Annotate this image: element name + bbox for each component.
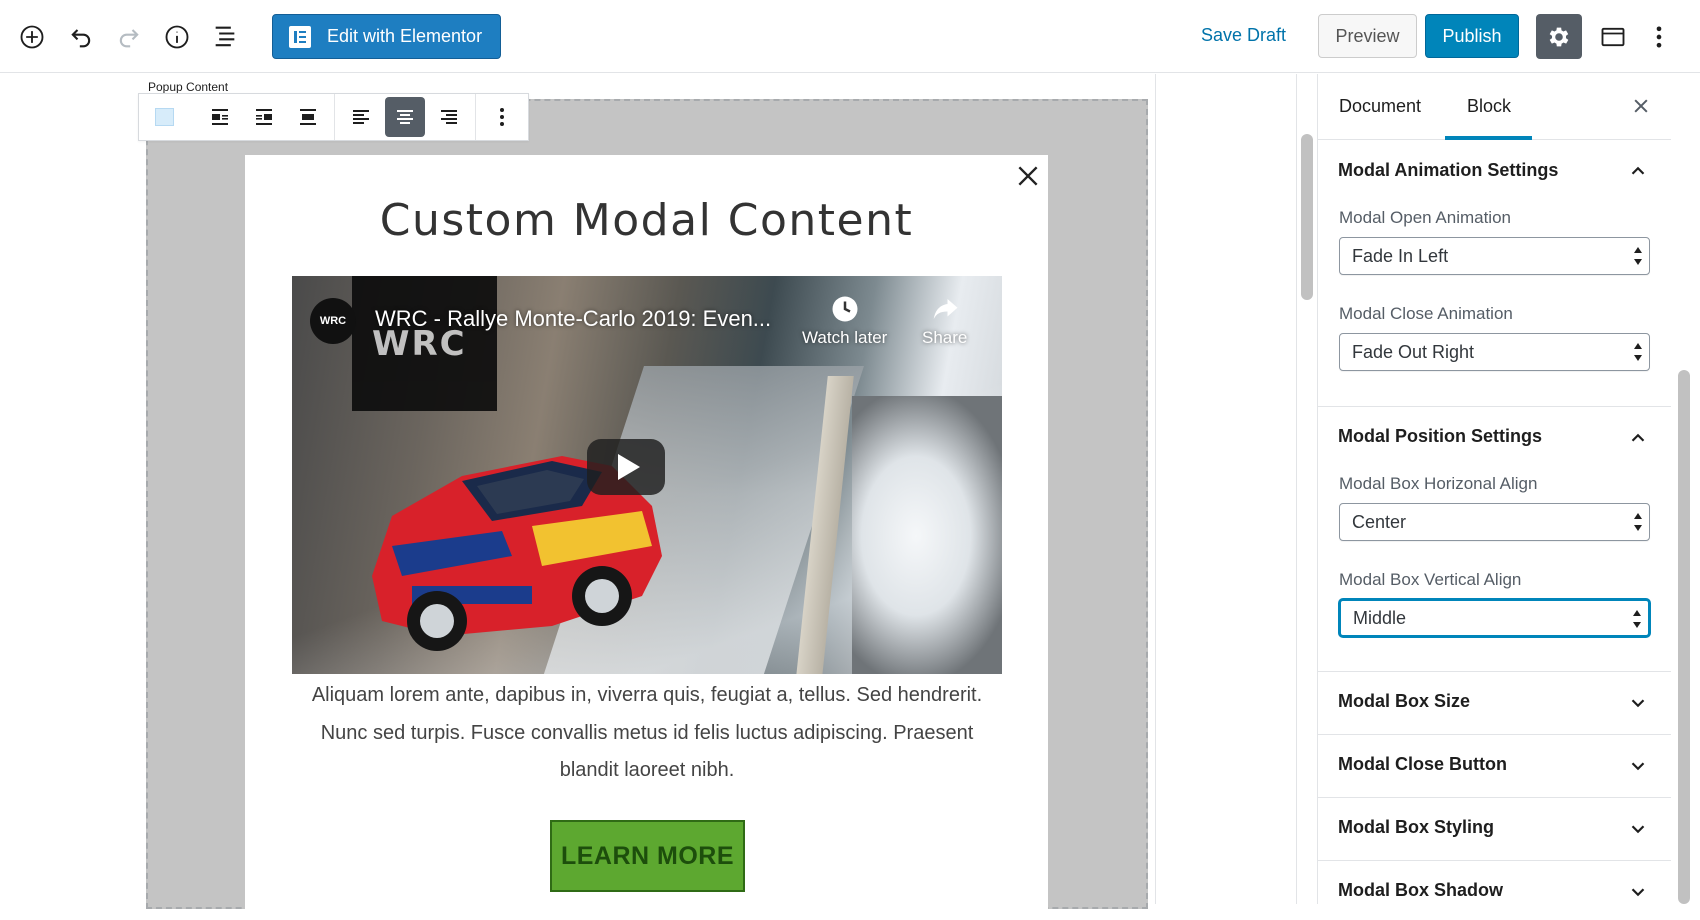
- watch-later-label: Watch later: [802, 328, 888, 347]
- modal-vertical-align-select[interactable]: Middle: [1339, 599, 1650, 637]
- close-icon[interactable]: [1631, 96, 1651, 116]
- channel-avatar[interactable]: WRC: [310, 298, 356, 344]
- select-value: Fade Out Right: [1352, 341, 1475, 362]
- settings-button[interactable]: [1536, 14, 1582, 59]
- more-block-options-icon[interactable]: [482, 97, 522, 137]
- panel-title: Modal Animation Settings: [1338, 159, 1559, 180]
- text-align-center-icon[interactable]: [385, 97, 425, 137]
- block-type-icon[interactable]: [155, 108, 174, 126]
- chevron-down-icon: [1631, 699, 1645, 708]
- field-label: Modal Open Animation: [1339, 208, 1511, 227]
- select-arrows-icon: [1633, 343, 1643, 361]
- canvas-divider: [1155, 74, 1156, 904]
- settings-sidebar: Document Block Modal Animation Settings …: [1317, 74, 1671, 904]
- channel-logo: WRC: [352, 276, 497, 411]
- modal-title: Custom Modal Content: [379, 195, 914, 246]
- youtube-video-embed[interactable]: WRC WRC WRC - Rallye Monte-Carlo 2019: E…: [292, 276, 1002, 674]
- watch-later-button[interactable]: Watch later: [802, 294, 887, 348]
- block-alignment-group: [194, 94, 335, 140]
- panel-modal-animation-settings[interactable]: Modal Animation Settings: [1318, 140, 1671, 200]
- text-align-left-icon[interactable]: [341, 97, 381, 137]
- sidebar-tabs: Document Block: [1318, 74, 1671, 140]
- save-draft-link[interactable]: Save Draft: [1201, 25, 1286, 46]
- edit-with-elementor-label: Edit with Elementor: [327, 26, 483, 46]
- align-right-icon[interactable]: [244, 97, 284, 137]
- add-block-icon[interactable]: [13, 18, 51, 56]
- modal-horizontal-align-select[interactable]: Center: [1339, 503, 1650, 541]
- video-title[interactable]: WRC - Rallye Monte-Carlo 2019: Even...: [375, 306, 771, 332]
- field-label: Modal Box Horizonal Align: [1339, 474, 1538, 493]
- clock-icon: [832, 296, 858, 322]
- modal-body-text: Aliquam lorem ante, dapibus in, viverra …: [311, 684, 983, 781]
- chevron-down-icon: [1631, 825, 1645, 834]
- panel-title: Modal Box Size: [1338, 691, 1471, 711]
- modal-close-animation-select[interactable]: Fade Out Right: [1339, 333, 1650, 371]
- modal-close-icon[interactable]: [1015, 163, 1041, 189]
- info-icon[interactable]: [158, 18, 196, 56]
- field-label: Modal Close Animation: [1339, 304, 1513, 323]
- share-label: Share: [922, 328, 968, 347]
- gear-icon: [1549, 27, 1569, 46]
- edit-with-elementor-button[interactable]: Edit with Elementor: [272, 14, 501, 59]
- text-align-right-icon[interactable]: [429, 97, 469, 137]
- video-thumbnail-snow: [852, 396, 1002, 674]
- align-center-block-icon[interactable]: [288, 97, 328, 137]
- tab-block[interactable]: Block: [1467, 96, 1511, 117]
- panel-title: Modal Close Button: [1338, 754, 1507, 774]
- block-toolbar: [138, 93, 529, 141]
- share-icon: [933, 299, 958, 319]
- preview-button[interactable]: Preview: [1318, 14, 1417, 58]
- modal-open-animation-select[interactable]: Fade In Left: [1339, 237, 1650, 275]
- share-button[interactable]: Share: [922, 294, 967, 348]
- panel-modal-box-size[interactable]: Modal Box Size: [1318, 671, 1671, 731]
- undo-icon[interactable]: [62, 18, 100, 56]
- chevron-up-icon: [1631, 433, 1645, 442]
- fullscreen-mode-icon[interactable]: [1594, 18, 1632, 56]
- panel-title: Modal Box Styling: [1338, 817, 1495, 837]
- field-label: Modal Box Vertical Align: [1339, 570, 1522, 589]
- editor-header: Edit with Elementor Save Draft Preview P…: [0, 0, 1700, 73]
- tab-document[interactable]: Document: [1339, 96, 1421, 117]
- panel-modal-close-button[interactable]: Modal Close Button: [1318, 734, 1671, 794]
- select-value: Center: [1352, 511, 1407, 532]
- align-left-icon[interactable]: [200, 97, 240, 137]
- text-alignment-group: [335, 94, 476, 140]
- panel-title: Modal Box Shadow: [1338, 880, 1504, 900]
- block-label: Popup Content: [148, 80, 229, 94]
- canvas-divider: [1296, 74, 1297, 904]
- redo-icon[interactable]: [110, 18, 148, 56]
- select-value: Middle: [1353, 607, 1407, 628]
- publish-button[interactable]: Publish: [1425, 14, 1519, 58]
- elementor-icon: [289, 25, 311, 48]
- panel-modal-position-settings[interactable]: Modal Position Settings: [1318, 406, 1671, 466]
- canvas-scrollbar[interactable]: [1301, 134, 1313, 300]
- select-arrows-icon: [1633, 513, 1643, 531]
- play-icon[interactable]: [587, 439, 665, 495]
- more-options-icon[interactable]: [1640, 18, 1678, 56]
- learn-more-button[interactable]: LEARN MORE: [550, 820, 745, 892]
- block-navigation-icon[interactable]: [206, 18, 244, 56]
- chevron-down-icon: [1631, 888, 1645, 897]
- chevron-down-icon: [1631, 762, 1645, 771]
- select-arrows-icon: [1633, 247, 1643, 265]
- sidebar-scrollbar[interactable]: [1678, 370, 1690, 904]
- panel-modal-box-shadow[interactable]: Modal Box Shadow: [1318, 860, 1671, 920]
- chevron-up-icon: [1631, 166, 1645, 175]
- select-arrows-icon: [1632, 610, 1642, 628]
- more-block-options-group: [476, 94, 528, 140]
- select-value: Fade In Left: [1352, 245, 1449, 266]
- panel-title: Modal Position Settings: [1338, 426, 1543, 446]
- panel-modal-box-styling[interactable]: Modal Box Styling: [1318, 797, 1671, 857]
